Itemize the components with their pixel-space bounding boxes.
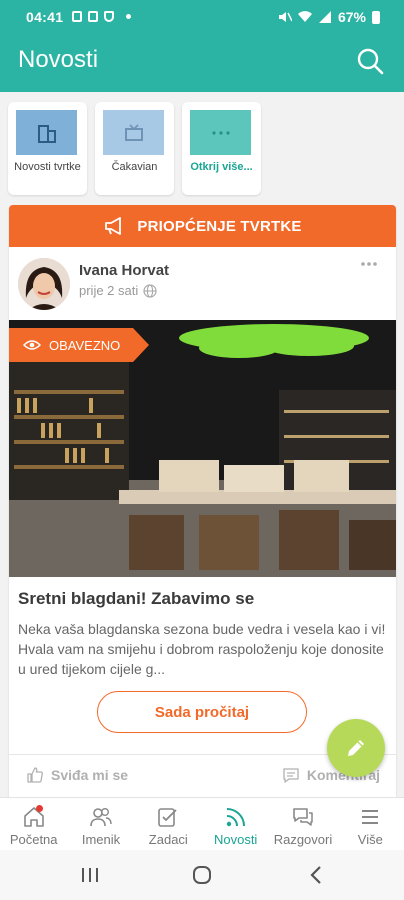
system-icons: 67% (278, 9, 380, 25)
app-bar: Novosti (0, 34, 404, 92)
back-icon[interactable] (306, 866, 326, 884)
like-button[interactable]: Sviđa mi se (27, 767, 128, 783)
category-tile-cakavian[interactable]: Čakavian (95, 102, 174, 195)
chat-icon (293, 808, 313, 826)
home-button-icon[interactable] (192, 866, 212, 884)
badge-label: OBAVEZNO (49, 337, 121, 353)
nav-item-vise[interactable]: Više (337, 798, 404, 850)
building-icon (37, 124, 56, 143)
category-label: Otkrij više... (190, 161, 253, 173)
search-icon[interactable] (356, 47, 384, 75)
nav-label: Početna (9, 832, 58, 847)
nav-label: Razgovori (273, 832, 333, 847)
banner-label: PRIOPĆENJE TVRTKE (137, 217, 302, 235)
pencil-icon (348, 740, 364, 756)
category-tile-novosti-tvrtke[interactable]: Novosti tvrtke (8, 102, 87, 195)
nav-item-pocetna[interactable]: Početna (0, 798, 67, 850)
mute-icon (278, 12, 292, 22)
nav-label: Više (357, 832, 383, 847)
nav-label: Novosti (213, 832, 258, 847)
post-title[interactable]: Sretni blagdani! Zabavimo se (18, 589, 254, 609)
post-time-text: prije 2 sati (79, 283, 139, 298)
news-card: PRIOPĆENJE TVRTKE Ivana Horvat prije 2 s… (9, 205, 396, 803)
rss-icon (226, 808, 245, 827)
avatar[interactable] (18, 258, 70, 310)
status-bar: 04:41 67% (0, 0, 404, 34)
mandatory-badge: OBAVEZNO (9, 328, 149, 362)
post-time: prije 2 sati (79, 283, 157, 298)
wifi-icon (297, 11, 312, 22)
more-options-icon[interactable] (360, 261, 378, 267)
eye-icon (23, 340, 41, 350)
category-tiles: Novosti tvrtke Čakavian Otkrij više... (8, 102, 261, 195)
menu-icon (362, 810, 379, 824)
building-thumbnail (16, 110, 77, 155)
tasks-icon (158, 808, 177, 827)
author-name[interactable]: Ivana Horvat (79, 262, 169, 279)
read-now-button[interactable]: Sada pročitaj (97, 691, 307, 733)
category-label: Novosti tvrtke (14, 161, 81, 173)
create-post-fab[interactable] (327, 719, 385, 777)
nav-item-novosti[interactable]: Novosti (202, 798, 269, 850)
avatar-image (18, 258, 70, 310)
page-title: Novosti (18, 46, 99, 73)
notification-dot (36, 805, 43, 812)
more-dots-icon (211, 130, 230, 135)
recents-icon[interactable] (80, 866, 100, 884)
comment-icon (283, 767, 299, 783)
like-label: Sviđa mi se (51, 767, 129, 783)
announcement-banner: PRIOPĆENJE TVRTKE (9, 205, 396, 247)
post-author: Ivana Horvat prije 2 sati (9, 247, 396, 320)
dot-icon (126, 14, 131, 19)
category-tile-otkrij-vise[interactable]: Otkrij više... (182, 102, 261, 195)
category-label: Čakavian (111, 161, 158, 173)
tv-icon (124, 123, 143, 141)
nav-label: Imenik (81, 832, 121, 847)
system-nav-bar (0, 850, 404, 900)
nav-item-zadaci[interactable]: Zadaci (135, 798, 202, 850)
post-image[interactable]: OBAVEZNO (9, 320, 396, 577)
people-icon (90, 808, 112, 827)
nav-item-imenik[interactable]: Imenik (67, 798, 134, 850)
notification-icon (88, 11, 98, 22)
post-excerpt: Neka vaša blagdanska sezona bude vedra i… (18, 621, 386, 677)
status-time: 04:41 (26, 9, 64, 25)
battery-percent: 67% (337, 9, 366, 25)
more-thumbnail (190, 110, 251, 155)
thumbs-up-icon (27, 767, 43, 783)
bottom-nav: Početna Imenik Zadaci Novosti Razgovori … (0, 797, 404, 850)
battery-icon (372, 10, 380, 24)
nav-label: Zadaci (148, 832, 188, 847)
signal-icon (318, 11, 331, 23)
globe-icon (143, 283, 157, 298)
notification-icons (72, 11, 131, 22)
shield-icon (104, 11, 114, 22)
nav-item-razgovori[interactable]: Razgovori (269, 798, 336, 850)
megaphone-icon (105, 217, 122, 235)
tv-thumbnail (103, 110, 164, 155)
notification-icon (72, 11, 82, 22)
